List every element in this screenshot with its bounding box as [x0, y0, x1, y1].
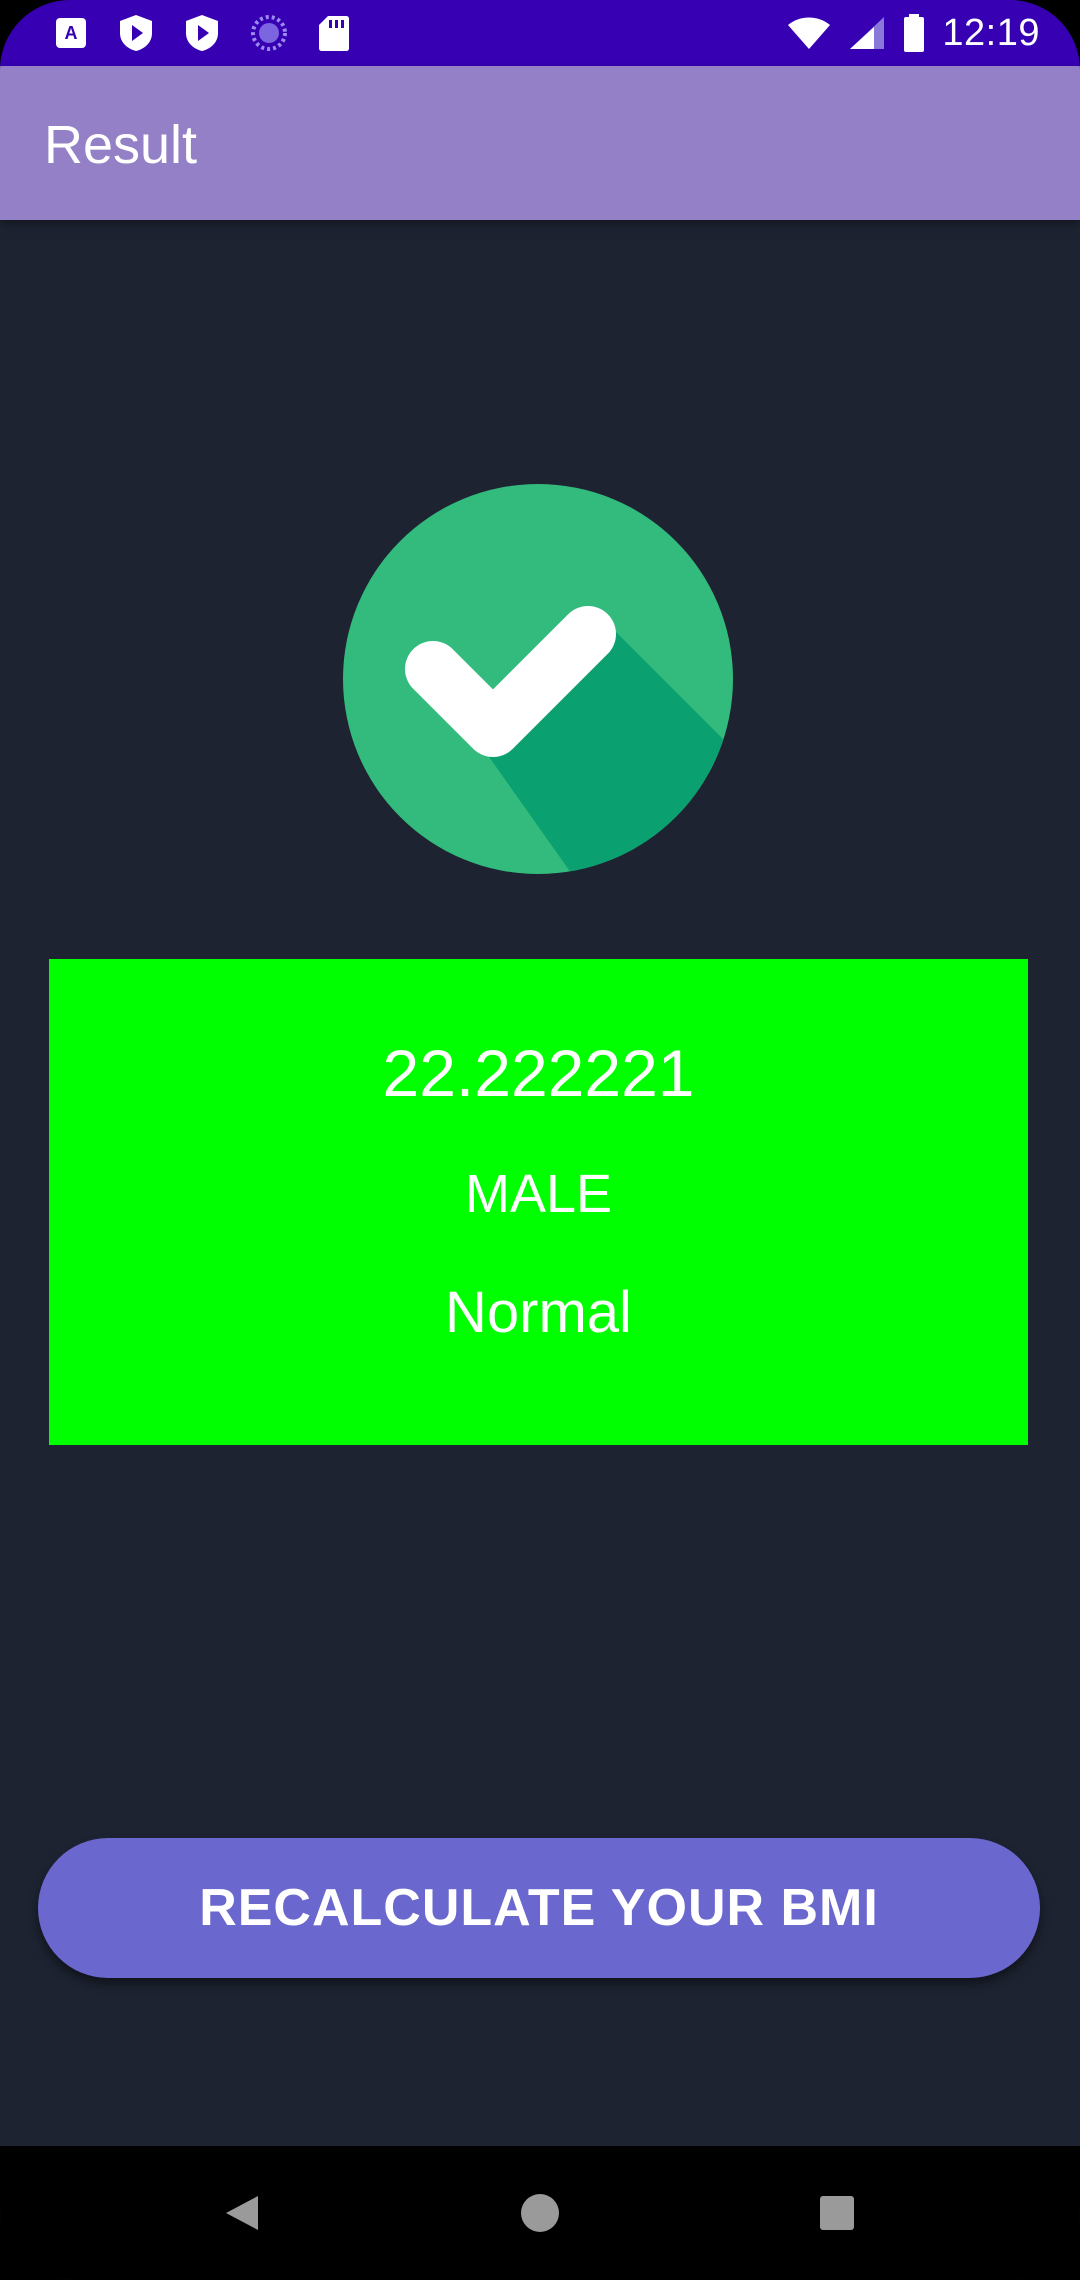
recents-icon[interactable] [812, 2188, 862, 2238]
gender-label: MALE [464, 1164, 613, 1224]
keyboard-a-icon: A [56, 18, 86, 48]
loading-circle-icon [251, 15, 287, 51]
home-icon[interactable] [515, 2188, 565, 2238]
navigation-bar [0, 2146, 1080, 2280]
app-screen: A 12:19 Result 22.222221 MALE Normal REC… [0, 0, 1080, 2280]
check-circle-icon [343, 484, 733, 874]
bmi-category: Normal [445, 1280, 632, 1345]
status-notification-icons: A [54, 13, 380, 53]
play-shield-icon [186, 15, 218, 51]
wifi-icon [788, 17, 831, 49]
bmi-value: 22.222221 [382, 1036, 695, 1110]
svg-text:A: A [65, 23, 78, 43]
status-time: 12:19 [942, 11, 1040, 54]
play-shield-icon [120, 15, 152, 51]
status-system-icons: 12:19 [770, 12, 1040, 55]
sd-card-icon [319, 16, 349, 51]
battery-icon [904, 14, 925, 52]
status-bar: A 12:19 [0, 0, 1080, 66]
app-bar: Result [0, 66, 1080, 220]
page-title: Result [44, 115, 198, 175]
result-card: 22.222221 MALE Normal [49, 959, 1028, 1445]
back-icon[interactable] [218, 2188, 268, 2238]
recalculate-button[interactable]: RECALCULATE YOUR BMI [38, 1838, 1040, 1978]
signal-icon [850, 17, 885, 49]
